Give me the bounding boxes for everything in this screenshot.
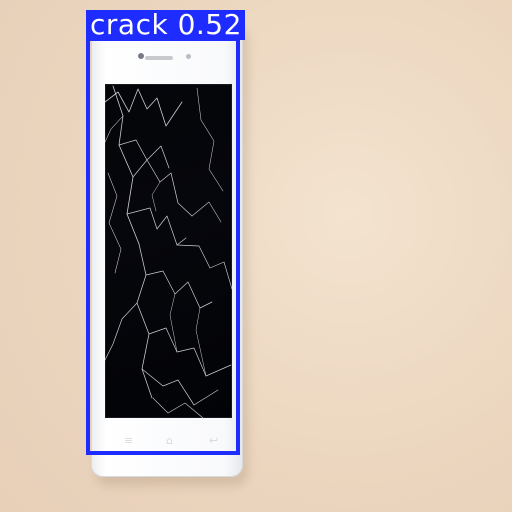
detection-label: crack 0.52 (86, 10, 245, 40)
crack-detection-box (86, 37, 240, 455)
photo-scene: ≡ ⌂ ↩ crack 0.52 (0, 0, 512, 512)
